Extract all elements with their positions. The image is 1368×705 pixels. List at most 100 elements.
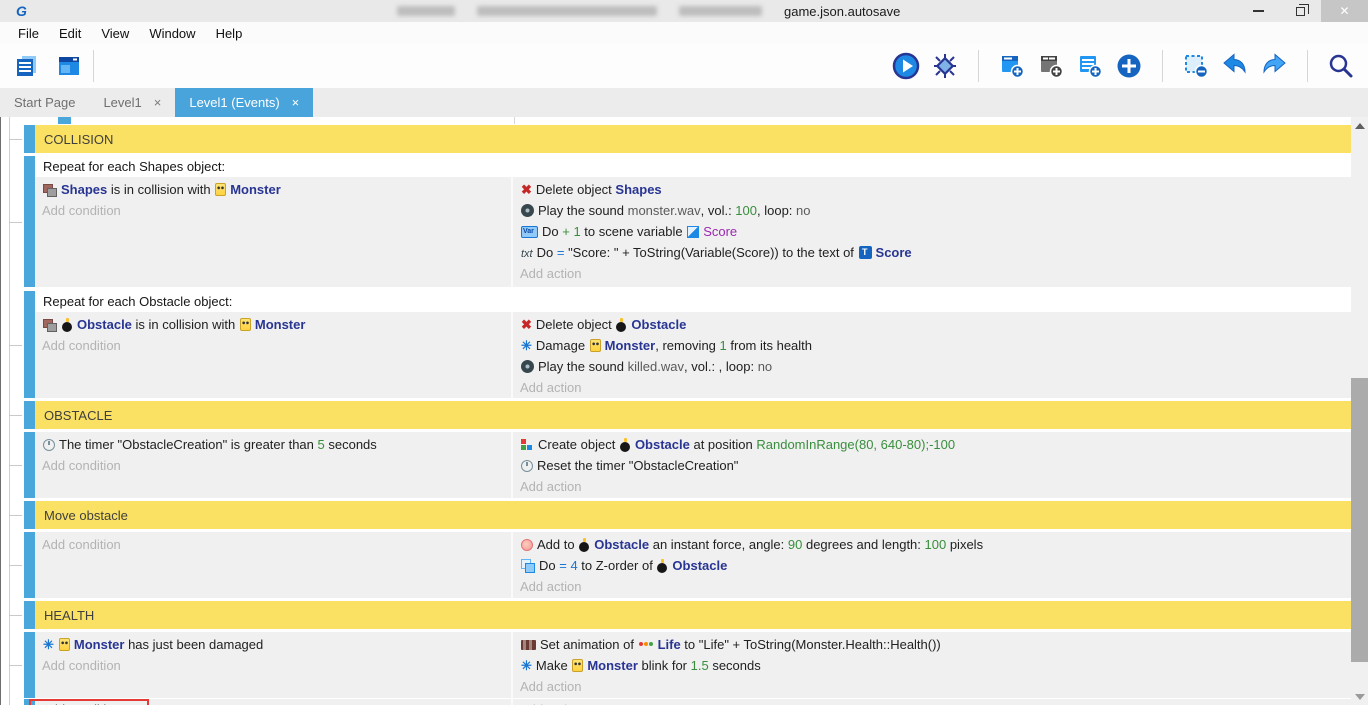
action-line[interactable]: Do = "Score: " + ToString(Variable(Score… bbox=[513, 242, 1351, 263]
tab-level1[interactable]: Level1 × bbox=[89, 88, 175, 117]
event-bar[interactable] bbox=[24, 532, 35, 598]
undo-icon[interactable] bbox=[1220, 51, 1250, 81]
condition-line[interactable]: The timer "ObstacleCreation" is greater … bbox=[35, 434, 511, 455]
add-condition-link[interactable]: Add condition bbox=[35, 200, 511, 221]
minimize-button[interactable] bbox=[1237, 0, 1279, 22]
action-line[interactable]: Do + 1 to scene variable Score bbox=[513, 221, 1351, 242]
text-segment: monster.wav bbox=[628, 203, 701, 218]
vertical-scrollbar[interactable] bbox=[1351, 117, 1368, 705]
text-segment: is in collision with bbox=[107, 182, 214, 197]
condition-line[interactable]: Monster has just been damaged bbox=[35, 634, 511, 655]
life-dots-icon bbox=[639, 642, 654, 647]
empty-event-row: Add condition Add action bbox=[1, 699, 1351, 705]
foreach-event-header[interactable]: Repeat for each Obstacle object: bbox=[35, 291, 1351, 312]
project-manager-icon[interactable] bbox=[12, 51, 42, 81]
section-header-obstacle[interactable]: OBSTACLE bbox=[35, 401, 1351, 429]
menu-help[interactable]: Help bbox=[206, 26, 253, 41]
tab-level1-events[interactable]: Level1 (Events) × bbox=[175, 88, 313, 117]
add-condition-link[interactable]: Add condition bbox=[35, 534, 511, 555]
conditions-pane: The timer "ObstacleCreation" is greater … bbox=[35, 432, 513, 498]
action-line[interactable]: Play the sound monster.wav, vol.: 100, l… bbox=[513, 200, 1351, 221]
add-action-link[interactable]: Add action bbox=[513, 699, 1351, 705]
action-line[interactable]: Do = 4 to Z-order of Obstacle bbox=[513, 555, 1351, 576]
event-bar[interactable] bbox=[24, 601, 35, 629]
section-header-health[interactable]: HEALTH bbox=[35, 601, 1351, 629]
text-segment: Make bbox=[536, 658, 571, 673]
add-action-link[interactable]: Add action bbox=[513, 476, 1351, 497]
section-header-move-obstacle[interactable]: Move obstacle bbox=[35, 501, 1351, 529]
bomb-icon bbox=[579, 538, 590, 552]
add-condition-link[interactable]: Add condition bbox=[35, 335, 511, 356]
text-segment: killed.wav bbox=[628, 359, 684, 374]
bomb-icon bbox=[616, 318, 627, 332]
tab-label: Level1 (Events) bbox=[189, 95, 279, 110]
redo-icon[interactable] bbox=[1259, 51, 1289, 81]
toolbar-separator bbox=[1162, 50, 1163, 82]
text-segment: seconds bbox=[325, 437, 377, 452]
add-action-link[interactable]: Add action bbox=[513, 676, 1351, 697]
scene-editor-icon[interactable] bbox=[54, 51, 84, 81]
scrollbar-up-icon[interactable] bbox=[1355, 123, 1365, 129]
add-condition-link[interactable]: Add condition bbox=[35, 455, 511, 476]
add-action-link[interactable]: Add action bbox=[513, 377, 1351, 398]
text-segment: = bbox=[557, 245, 565, 260]
event-bar[interactable] bbox=[24, 156, 35, 287]
menu-file[interactable]: File bbox=[8, 26, 49, 41]
add-condition-link[interactable]: Add condition bbox=[35, 655, 511, 676]
toolbar-separator bbox=[1307, 50, 1308, 82]
remove-selection-icon[interactable] bbox=[1181, 51, 1211, 81]
action-line[interactable]: Play the sound killed.wav, vol.: , loop:… bbox=[513, 356, 1351, 377]
event-bar[interactable] bbox=[24, 632, 35, 698]
close-tab-icon[interactable]: × bbox=[292, 95, 300, 110]
add-subevent-icon[interactable] bbox=[1036, 51, 1066, 81]
add-action-link[interactable]: Add action bbox=[513, 576, 1351, 597]
text-segment: to "Life" + ToString(Monster.Health::Hea… bbox=[681, 637, 941, 652]
action-line[interactable]: Create object Obstacle at position Rando… bbox=[513, 434, 1351, 455]
event-bar[interactable] bbox=[24, 125, 35, 153]
event-bar[interactable] bbox=[24, 501, 35, 529]
section-header-collision[interactable]: COLLISION bbox=[35, 125, 1351, 153]
event-bar[interactable] bbox=[24, 432, 35, 498]
text-segment: at position bbox=[690, 437, 757, 452]
foreach-event-header[interactable]: Repeat for each Shapes object: bbox=[35, 156, 1351, 177]
action-line[interactable]: Delete object Obstacle bbox=[513, 314, 1351, 335]
menu-view[interactable]: View bbox=[91, 26, 139, 41]
search-icon[interactable] bbox=[1326, 51, 1356, 81]
restore-button[interactable] bbox=[1279, 0, 1321, 22]
actions-pane: Set animation of Life to "Life" + ToStri… bbox=[513, 632, 1351, 698]
event-block: Monster has just been damaged Add condit… bbox=[1, 632, 1351, 698]
collision-icon bbox=[43, 319, 57, 331]
play-icon[interactable] bbox=[891, 51, 921, 81]
menu-edit[interactable]: Edit bbox=[49, 26, 91, 41]
action-line[interactable]: Damage Monster, removing 1 from its heal… bbox=[513, 335, 1351, 356]
text-segment: Do bbox=[542, 224, 562, 239]
action-line[interactable]: Reset the timer "ObstacleCreation" bbox=[513, 455, 1351, 476]
create-object-icon bbox=[521, 438, 534, 451]
action-line[interactable]: Set animation of Life to "Life" + ToStri… bbox=[513, 634, 1351, 655]
force-icon bbox=[521, 539, 533, 551]
add-event-icon[interactable] bbox=[997, 51, 1027, 81]
add-comment-icon[interactable] bbox=[1075, 51, 1105, 81]
tree-tick bbox=[9, 665, 22, 666]
close-button[interactable]: ✕ bbox=[1321, 0, 1368, 22]
monster-icon bbox=[240, 318, 251, 331]
close-tab-icon[interactable]: × bbox=[154, 95, 162, 110]
add-circle-icon[interactable] bbox=[1114, 51, 1144, 81]
text-segment: Obstacle bbox=[77, 317, 132, 332]
action-line[interactable]: Add to Obstacle an instant force, angle:… bbox=[513, 534, 1351, 555]
condition-line[interactable]: Obstacle is in collision with Monster bbox=[35, 314, 511, 335]
event-bar[interactable] bbox=[24, 401, 35, 429]
menu-window[interactable]: Window bbox=[139, 26, 205, 41]
text-segment: Do bbox=[537, 245, 557, 260]
scrollbar-down-icon[interactable] bbox=[1355, 694, 1365, 700]
action-line[interactable]: Make Monster blink for 1.5 seconds bbox=[513, 655, 1351, 676]
event-bar[interactable] bbox=[24, 291, 35, 398]
debug-icon[interactable] bbox=[930, 51, 960, 81]
timer-icon bbox=[521, 460, 533, 472]
add-action-link[interactable]: Add action bbox=[513, 263, 1351, 284]
bomb-icon bbox=[62, 318, 73, 332]
action-line[interactable]: Delete object Shapes bbox=[513, 179, 1351, 200]
tab-start-page[interactable]: Start Page bbox=[0, 88, 89, 117]
condition-line[interactable]: Shapes is in collision with Monster bbox=[35, 179, 511, 200]
scrollbar-thumb[interactable] bbox=[1351, 378, 1368, 662]
